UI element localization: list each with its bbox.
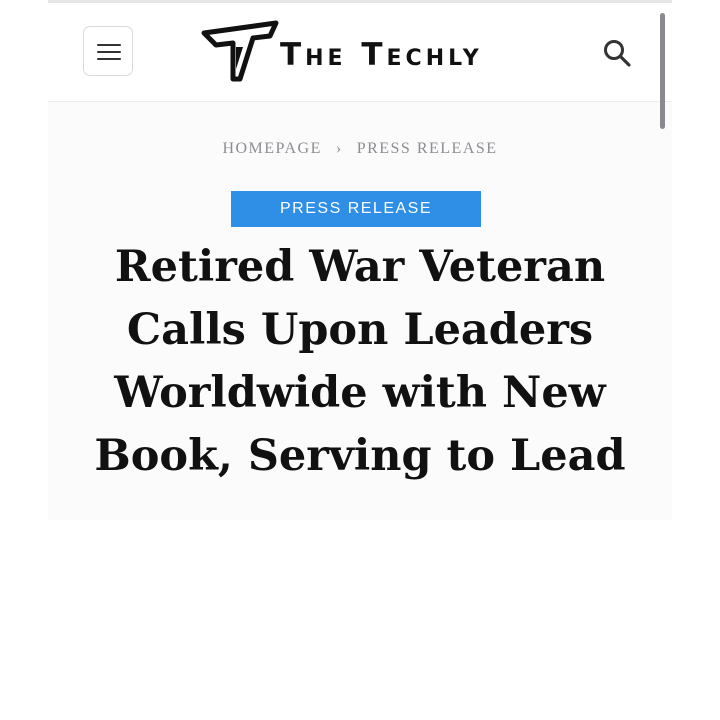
hamburger-menu-icon: [97, 44, 121, 60]
menu-button[interactable]: [83, 26, 133, 76]
scrollbar-thumb[interactable]: [660, 13, 665, 129]
site-header: The Techly: [48, 3, 672, 102]
category-badge[interactable]: PRESS RELEASE: [231, 191, 481, 227]
breadcrumb-home-link[interactable]: HOMEPAGE: [222, 140, 321, 157]
logo-mark-icon: [201, 20, 279, 82]
logo-text: The Techly: [280, 37, 483, 73]
search-button[interactable]: [600, 36, 634, 70]
search-icon: [604, 40, 631, 67]
article-title: Retired War Veteran Calls Upon Leaders W…: [94, 242, 626, 481]
site-logo[interactable]: The Techly: [200, 19, 520, 83]
breadcrumb: HOMEPAGE › PRESS RELEASE: [48, 140, 672, 158]
breadcrumb-current-link[interactable]: PRESS RELEASE: [357, 140, 498, 157]
breadcrumb-separator: ›: [335, 140, 343, 157]
